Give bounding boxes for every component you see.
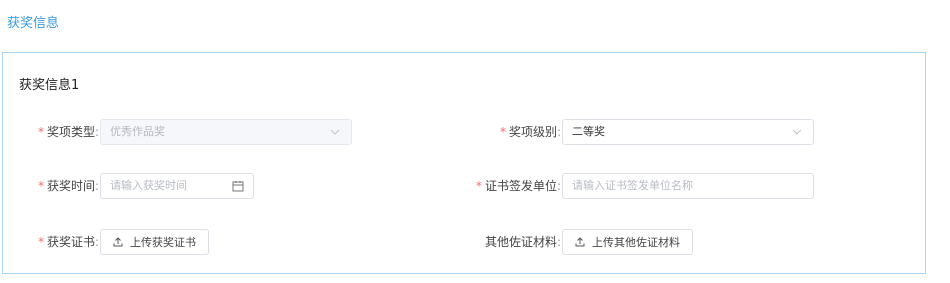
award-type-label: * 奖项类型: (37, 125, 99, 139)
upload-other-materials-button[interactable]: 上传其他佐证材料 (562, 229, 693, 255)
chevron-down-icon (792, 120, 802, 144)
award-type-select[interactable]: 优秀作品奖 (100, 119, 352, 145)
upload-icon (575, 237, 585, 247)
required-mark: * (499, 125, 506, 139)
calendar-icon[interactable] (232, 174, 244, 198)
required-mark: * (37, 125, 44, 139)
upload-certificate-label: 上传获奖证书 (130, 236, 196, 249)
award-info-card: 获奖信息1 * 奖项类型: 优秀作品奖 * 奖项级别: 二等奖 * 获奖时间: 请输入… (2, 52, 926, 274)
award-level-label: * 奖项级别: (499, 125, 561, 139)
issuer-label: * 证书签发单位: (475, 179, 561, 193)
upload-other-materials-label: 上传其他佐证材料 (592, 236, 680, 249)
other-materials-label: 其他佐证材料: (484, 235, 561, 249)
section-title: 获奖信息 (7, 16, 60, 31)
certificate-label: * 获奖证书: (37, 235, 99, 249)
required-mark: * (475, 179, 482, 193)
upload-certificate-button[interactable]: 上传获奖证书 (100, 229, 209, 255)
upload-icon (113, 237, 123, 247)
award-time-placeholder: 请输入获奖时间 (110, 179, 187, 192)
required-mark: * (37, 179, 44, 193)
award-level-select[interactable]: 二等奖 (562, 119, 814, 145)
chevron-down-icon (330, 120, 340, 144)
card-title: 获奖信息1 (19, 78, 80, 93)
award-time-label: * 获奖时间: (37, 179, 99, 193)
award-level-value: 二等奖 (572, 125, 605, 138)
required-mark: * (37, 235, 44, 249)
issuer-input[interactable]: 请输入证书签发单位名称 (562, 173, 814, 199)
award-type-value: 优秀作品奖 (110, 125, 165, 138)
issuer-placeholder: 请输入证书签发单位名称 (572, 179, 693, 192)
award-time-input[interactable]: 请输入获奖时间 (100, 173, 254, 199)
